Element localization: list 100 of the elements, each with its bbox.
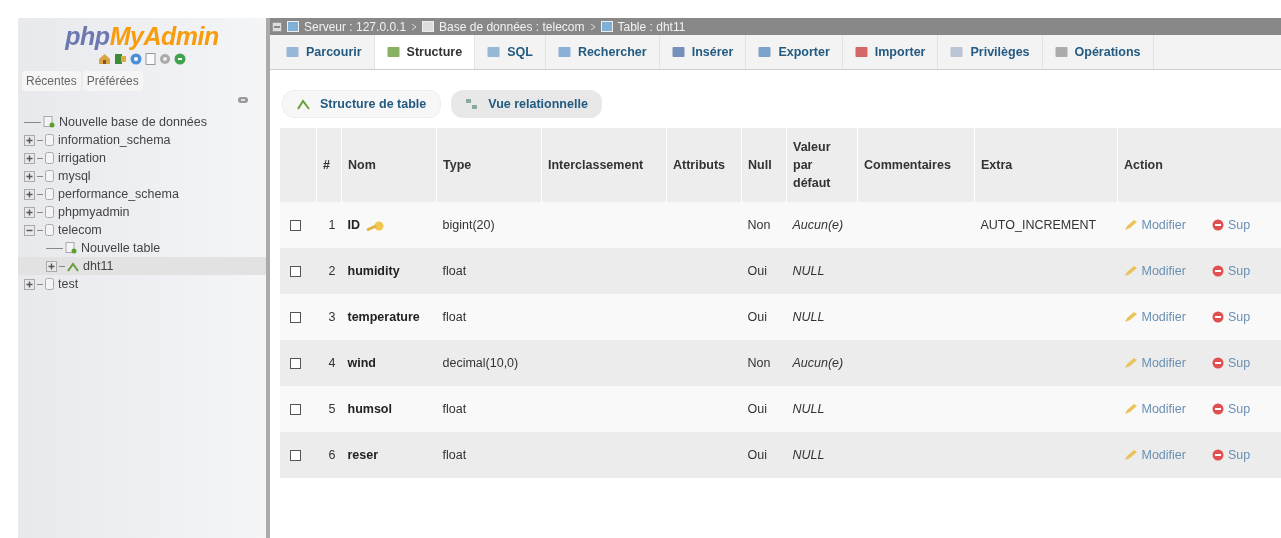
column-header: Attributs [666, 128, 742, 202]
column-name: ID [347, 218, 360, 232]
column-header: Type [436, 128, 542, 202]
column-header: Action [1117, 128, 1281, 202]
default-cell: Aucun(e) [786, 340, 858, 386]
home-icon[interactable] [98, 53, 111, 65]
tab[interactable]: SQL [475, 35, 546, 69]
column-name: humidity [347, 264, 400, 278]
tab[interactable]: Parcourir [274, 35, 375, 69]
tab[interactable]: Importer [842, 35, 939, 69]
edit-link[interactable]: Modifier [1123, 310, 1186, 324]
expand-icon[interactable] [24, 206, 35, 218]
edit-link[interactable]: Modifier [1123, 218, 1186, 232]
default-cell: NULL [786, 248, 858, 294]
tree-item[interactable]: telecom [58, 223, 102, 237]
new-item-icon [43, 116, 55, 128]
tree-item[interactable]: Nouvelle table [81, 241, 161, 255]
delete-icon [1211, 311, 1224, 323]
delete-icon [1211, 265, 1224, 277]
pencil-icon [1123, 449, 1138, 461]
tab[interactable]: Privilèges [938, 35, 1043, 69]
delete-icon [1211, 449, 1224, 461]
column-header: Commentaires [857, 128, 975, 202]
column-name: reser [347, 448, 379, 462]
column-name: wind [347, 356, 376, 370]
null-cell: Oui [741, 248, 787, 294]
separator-icon [411, 22, 418, 31]
new-item-icon [65, 242, 77, 254]
column-header: Nom [341, 128, 437, 202]
delete-icon [1211, 357, 1224, 369]
checkbox[interactable] [290, 449, 301, 461]
default-cell: NULL [786, 432, 858, 478]
sidebar-tab[interactable]: Récentes [22, 71, 81, 91]
null-cell: Oui [741, 432, 787, 478]
type-cell: decimal(10,0) [436, 340, 542, 386]
checkbox[interactable] [290, 265, 301, 277]
collapse-icon[interactable] [24, 224, 35, 236]
row-number: 4 [316, 340, 342, 386]
tree-item[interactable]: irrigation [58, 151, 106, 165]
default-cell: NULL [786, 386, 858, 432]
checkbox[interactable] [290, 403, 301, 415]
pencil-icon [1123, 403, 1138, 415]
document-icon[interactable] [145, 53, 156, 65]
pencil-icon [1123, 265, 1138, 277]
tab[interactable]: Insérer [659, 35, 747, 69]
drop-link[interactable]: Sup [1211, 402, 1251, 416]
subtab[interactable]: Structure de table [282, 90, 442, 118]
type-cell: float [436, 432, 542, 478]
extra-cell: AUTO_INCREMENT [974, 202, 1118, 248]
tree-item[interactable]: performance_schema [58, 187, 179, 201]
checkbox[interactable] [290, 219, 301, 231]
tab[interactable]: Opérations [1042, 35, 1154, 69]
null-cell: Non [741, 202, 787, 248]
tab[interactable]: Exporter [746, 35, 843, 69]
expand-icon[interactable] [24, 134, 35, 146]
tab[interactable]: Rechercher [545, 35, 660, 69]
tree-item-highlight[interactable]: dht11 [18, 257, 266, 275]
expand-icon[interactable] [46, 260, 57, 272]
tree-item[interactable]: dht11 [83, 259, 114, 273]
drop-link[interactable]: Sup [1211, 218, 1251, 232]
column-name: humsol [347, 402, 392, 416]
checkbox[interactable] [290, 357, 301, 369]
tree-item[interactable]: phpmyadmin [58, 205, 130, 219]
expand-icon[interactable] [24, 170, 35, 182]
expand-icon[interactable] [24, 278, 35, 290]
delete-icon [1211, 219, 1224, 231]
null-cell: Oui [741, 294, 787, 340]
tree-item[interactable]: information_schema [58, 133, 171, 147]
pencil-icon [1123, 219, 1138, 231]
drop-link[interactable]: Sup [1211, 310, 1251, 324]
logo[interactable]: phpMyAdmin [42, 22, 242, 51]
pencil-icon [1123, 311, 1138, 323]
row-number: 3 [316, 294, 342, 340]
checkbox[interactable] [290, 311, 301, 323]
subtab[interactable]: Vue relationnelle [451, 90, 602, 118]
type-cell: float [436, 294, 542, 340]
sidebar-tab[interactable]: Préférées [82, 71, 143, 91]
expand-icon[interactable] [24, 188, 35, 200]
expand-icon[interactable] [24, 152, 35, 164]
tab[interactable]: Structure [374, 35, 476, 69]
column-header: # [316, 128, 342, 202]
column-header: Null [741, 128, 787, 202]
column-name: temperature [347, 310, 420, 324]
tree-item[interactable]: mysql [58, 169, 91, 183]
separator-icon [589, 22, 596, 31]
pencil-icon [1123, 357, 1138, 369]
collapse-icon[interactable] [272, 21, 282, 32]
row-number: 6 [316, 432, 342, 478]
delete-icon [1211, 403, 1224, 415]
edit-link[interactable]: Modifier [1123, 402, 1186, 416]
column-header: Valeur par défaut [786, 128, 858, 202]
tree-item[interactable]: Nouvelle base de données [59, 115, 208, 129]
default-cell: Aucun(e) [786, 202, 858, 248]
null-cell: Non [741, 340, 787, 386]
column-header: Extra [974, 128, 1118, 202]
type-cell: float [436, 386, 542, 432]
tree-item[interactable]: test [58, 277, 79, 291]
type-cell: bigint(20) [436, 202, 542, 248]
column-header: Interclassement [541, 128, 667, 202]
row-number: 1 [316, 202, 342, 248]
